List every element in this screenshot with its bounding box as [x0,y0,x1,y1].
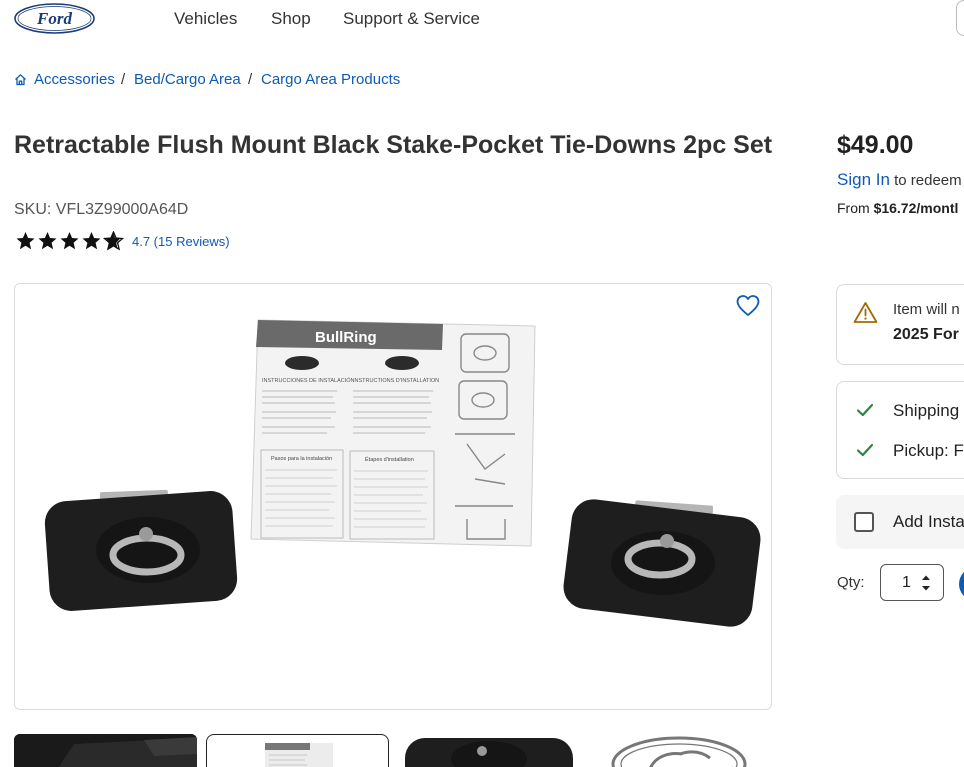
star-icon [38,232,57,250]
rating-reviews-link[interactable]: 4.7 (15 Reviews) [132,234,230,249]
fitment-message: Item will n [893,301,960,318]
fitment-notice-card [836,284,964,365]
pickup-option[interactable]: Pickup: F [893,441,964,461]
fitment-vehicle: 2025 For [893,326,959,343]
thumbnail-image [611,736,747,767]
sign-in-link[interactable]: Sign In [837,170,890,189]
thumbnail-3[interactable] [402,734,577,767]
thumbnail-image [14,734,197,767]
shipping-option[interactable]: Shipping [893,401,959,421]
heart-icon[interactable] [735,294,761,318]
sheet-right-steps: Étapes d'installation [365,456,414,463]
star-icon [16,232,35,250]
fulfillment-card [836,381,964,479]
product-price: $49.00 [837,131,914,159]
star-half-icon [103,231,124,251]
sheet-brand: BullRing [315,329,377,346]
install-label[interactable]: Add Insta [893,512,964,532]
logo-text: Ford [36,9,72,28]
header-action-button[interactable] [956,0,964,36]
instruction-sheet: BullRing INSTRUCCIONES DE INSTALACIÓN IN… [250,319,536,547]
breadcrumb-bed-cargo-area[interactable]: Bed/Cargo Area [134,71,241,88]
quantity-label: Qty: [837,574,865,591]
chevron-updown-icon[interactable] [920,572,932,594]
product-sku: SKU: VFL3Z99000A64D [14,201,189,218]
thumbnail-4[interactable] [610,734,748,767]
sheet-left-steps: Pasos para la instalación [271,456,332,462]
thumbnail-2-selected[interactable] [206,734,389,767]
thumbnail-image [265,743,333,767]
financing-line: From $16.72/montl [837,200,958,216]
install-checkbox[interactable] [854,512,874,532]
breadcrumb-separator: / [121,71,126,88]
thumbnail-1[interactable] [14,734,197,767]
thumbnail-image [405,738,573,767]
product-photo: BullRing INSTRUCCIONES DE INSTALACIÓN IN… [44,319,761,627]
sheet-right-heading: INSTRUCTIONS D'INSTALLATION [353,378,439,384]
sheet-left-heading: INSTRUCCIONES DE INSTALACIÓN [262,377,355,384]
sign-in-suffix: to redeem [889,172,962,189]
home-icon[interactable] [14,73,27,86]
add-to-cart-button[interactable] [959,567,964,601]
product-page: Ford Vehicles Shop Support & Service Acc… [0,0,964,767]
star-rating[interactable] [15,231,124,251]
sign-in-line: Sign In to redeem [837,170,962,190]
star-icon [82,232,101,250]
nav-vehicles[interactable]: Vehicles [174,9,237,29]
quantity-value[interactable]: 1 [902,574,911,592]
breadcrumb-cargo-area-products[interactable]: Cargo Area Products [261,71,400,88]
nav-support-service[interactable]: Support & Service [343,9,480,29]
tie-down-left [44,489,238,611]
product-image-main[interactable]: BullRing INSTRUCCIONES DE INSTALACIÓN IN… [14,283,772,710]
check-icon [856,443,874,457]
tie-down-right [563,499,761,627]
nav-shop[interactable]: Shop [271,9,311,29]
product-title: Retractable Flush Mount Black Stake-Pock… [14,131,773,159]
financing-prefix: From [837,200,874,216]
breadcrumb-separator: / [248,71,253,88]
star-icon [60,232,79,250]
quantity-stepper[interactable] [880,564,944,601]
breadcrumb-accessories[interactable]: Accessories [34,71,115,88]
warning-icon [853,302,878,323]
check-icon [856,403,874,417]
ford-logo[interactable]: Ford [14,3,95,34]
monthly-payment: $16.72/montl [873,200,959,216]
